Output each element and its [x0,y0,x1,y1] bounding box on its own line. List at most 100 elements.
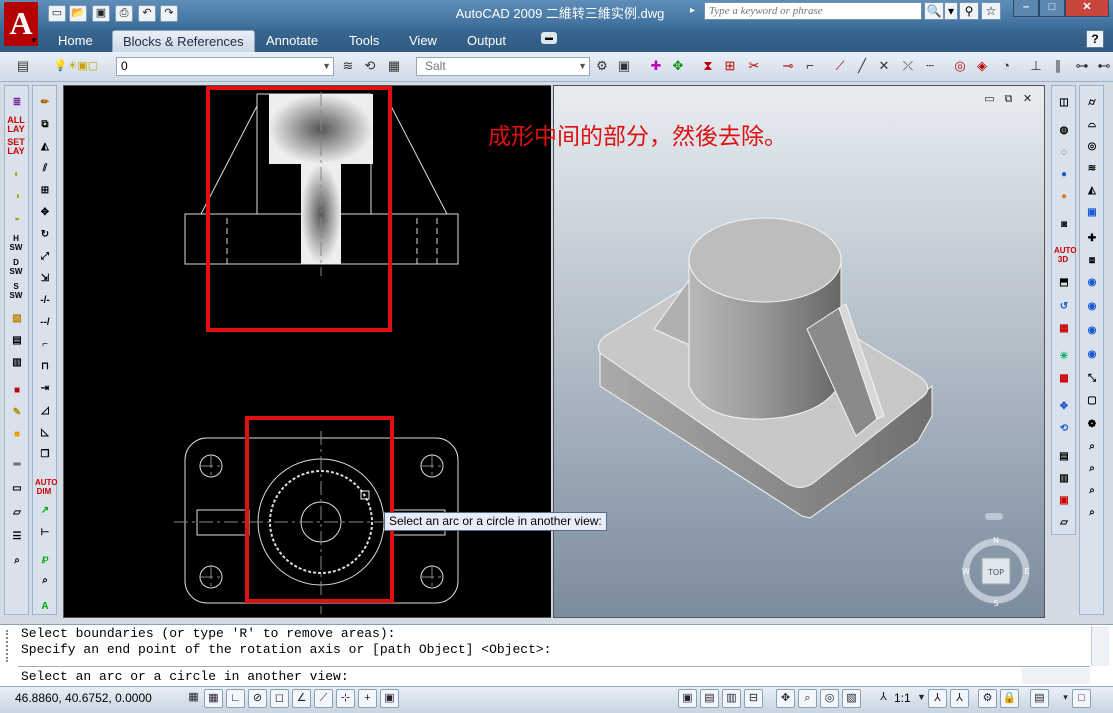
view-grid-icon[interactable]: ▩ [1055,370,1073,388]
shaded-sphere-icon[interactable]: ● [1055,166,1073,184]
linetype-icon[interactable]: ═ [8,456,26,474]
tab-view[interactable]: View [399,30,447,52]
text-style-dropdown[interactable]: Salt ▼ [416,57,590,76]
design-center-icon[interactable]: ▥ [1055,470,1073,488]
dimension-style-icon[interactable]: ℘ [36,550,54,568]
intersect-icon[interactable]: ◉ [1083,274,1101,292]
copy-icon[interactable]: ⧉ [36,116,54,134]
apparent-intersection-icon[interactable]: ⤫ [898,56,918,76]
layer-copy-icon[interactable]: ▤ [8,332,26,350]
properties-icon[interactable]: ▤ [1055,448,1073,466]
layer-isolate-icon[interactable]: ◑ [8,188,26,206]
style-manager-icon[interactable]: ▣ [614,56,634,76]
perpendicular-snap-icon[interactable]: ⊥ [1026,56,1046,76]
all-layers-icon[interactable]: ALL LAY [7,116,25,134]
layer-freeze-icon[interactable]: ◒ [8,210,26,228]
snap-grid-icon[interactable]: ✚ [646,56,666,76]
extrude-icon[interactable]: ⬒ [1055,274,1073,292]
block-icon[interactable]: ❐ [36,446,54,464]
grid-icon[interactable]: ▦ [204,689,223,708]
dynamic-input-icon[interactable]: ⊹ [336,689,355,708]
hardware-acceleration-icon[interactable]: ▤ [1030,689,1049,708]
tool-palette-icon[interactable]: ▣ [1055,492,1073,510]
auto-dim-icon[interactable]: AUTO DIM [35,478,58,496]
camera-icon[interactable]: ◙ [1055,216,1073,234]
flatshot-icon[interactable]: ▢ [1083,392,1101,410]
tab-home[interactable]: Home [48,30,103,52]
revolve-icon[interactable]: ↺ [1055,298,1073,316]
maximize-button[interactable]: □ [1039,0,1065,17]
lineweight-toggle-icon[interactable]: + [358,689,377,708]
parallel-snap-icon[interactable]: ∥ [1048,56,1068,76]
polar-icon[interactable]: ⊘ [248,689,267,708]
undo-icon[interactable]: ↶ [138,5,156,22]
layout-two-icon[interactable]: ▥ [722,689,741,708]
offset-icon[interactable]: ⫽ [36,160,54,178]
clean-screen-icon[interactable]: □ [1072,689,1091,708]
fill-color-icon[interactable]: ■ [8,426,26,444]
layer-state-icons[interactable]: 💡☀▣▢ [36,56,116,76]
mirror-icon[interactable]: ◭ [36,138,54,156]
save-icon[interactable]: ▣ [92,5,110,22]
command-prompt[interactable]: Select an arc or a circle in another vie… [21,669,349,684]
annotation-scale-icon[interactable]: ⅄ [874,689,893,708]
polysolid-icon[interactable]: ▣ [1083,204,1101,222]
torus-icon[interactable]: ◎ [1083,138,1101,156]
coordinate-readout[interactable]: 46.8860, 40.6752, 0.0000 [15,691,152,705]
scale-icon[interactable]: ⤢ [36,248,54,266]
infer-constraints-icon[interactable]: ▦ [184,689,203,708]
quick-properties-icon[interactable]: ▣ [380,689,399,708]
tab-annotate[interactable]: Annotate [256,30,328,52]
move-icon[interactable]: ✥ [668,56,688,76]
stretch-icon[interactable]: ⇲ [36,270,54,288]
orbit-icon[interactable]: ⟲ [1055,420,1073,438]
close-button[interactable]: ✕ [1065,0,1109,17]
break-icon[interactable]: ⌐ [36,336,54,354]
hidden-icon[interactable]: ◌ [1055,144,1073,162]
open-folder-icon[interactable]: 📂 [69,5,87,22]
tab-output[interactable]: Output [457,30,516,52]
annotation-scale-value[interactable]: 1:1 [894,691,911,705]
print-icon[interactable]: ⎙ [115,5,133,22]
ucs-icon[interactable]: ✳ [1055,348,1073,366]
gear-icon[interactable]: ⚙ [978,689,997,708]
move-icon[interactable]: ✥ [36,204,54,222]
pan-icon[interactable]: ✥ [1055,398,1073,416]
trim-icon[interactable]: ✂ [744,56,764,76]
dim-switch-icon[interactable]: D SW [7,258,25,276]
dimension-aligned-icon[interactable]: ↗ [36,502,54,520]
layer-stack-icon[interactable]: ≣ [8,94,26,112]
explode-icon[interactable]: ◺ [36,424,54,442]
table-icon[interactable]: ⊞ [720,56,740,76]
sheet-set-icon[interactable]: ▱ [1055,514,1073,532]
new-file-icon[interactable]: ▭ [48,5,66,22]
join-icon[interactable]: ⊓ [36,358,54,376]
wedge-icon[interactable]: ≋ [1083,160,1101,178]
trim-icon[interactable]: -/- [36,292,54,310]
snap-switch-icon[interactable]: S SW [7,282,25,300]
viewcube[interactable]: TOP N S W E [956,533,1036,608]
layout-icon[interactable]: ▤ [700,689,719,708]
union-icon[interactable]: ✚ [1083,230,1101,248]
zoom-window-icon[interactable]: ⌕ [8,552,26,570]
realistic-sphere-icon[interactable]: ● [1055,188,1073,206]
layer-match-icon[interactable]: ▧ [8,310,26,328]
chamfer-icon[interactable]: ⇥ [36,380,54,398]
tab-tools[interactable]: Tools [339,30,389,52]
swirl-icon[interactable]: ❁ [1083,416,1101,434]
cone-icon[interactable]: ⌓ [1083,116,1101,134]
slash-line-icon[interactable]: ╱ [852,56,872,76]
color-swatch-icon[interactable]: ■ [8,382,26,400]
model-space-icon[interactable]: ▣ [678,689,697,708]
extension-icon[interactable]: ┄ [920,56,940,76]
text-icon[interactable]: A [36,598,54,616]
ortho-icon[interactable]: ∟ [226,689,245,708]
erase-icon[interactable]: ✏ [36,94,54,112]
zoom-icon[interactable]: ⌕ [798,689,817,708]
zoom-extents-icon[interactable]: ⌕ [1083,482,1101,500]
gear-icon[interactable]: ⚙ [592,56,612,76]
zoom-icon[interactable]: ⌕ [1083,438,1101,456]
subtract-icon[interactable]: ⧈ [1083,252,1101,270]
favorites-icon[interactable]: ☆ [981,2,1001,20]
search-input[interactable] [704,2,922,20]
